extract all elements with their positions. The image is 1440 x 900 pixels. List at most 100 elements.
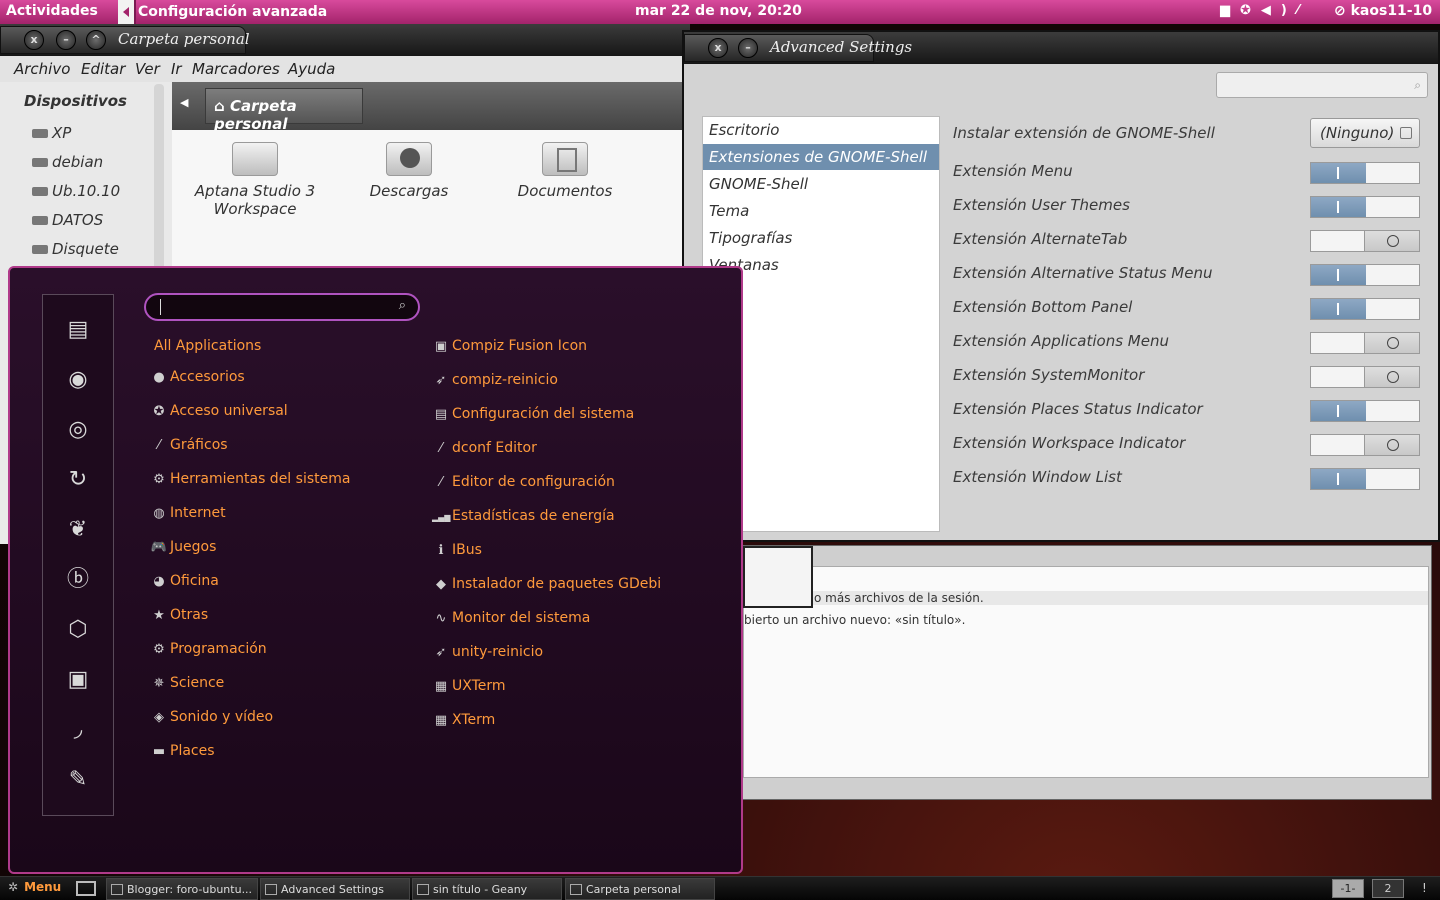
tools-icon[interactable]: ⁄ [1297,3,1309,18]
folder-icon[interactable]: ▆ [1220,3,1240,18]
sidebar-item-debian[interactable]: debian [32,153,103,171]
app-menu-button[interactable]: Configuración avanzada [118,0,327,24]
sidebar-item-datos[interactable]: DATOS [32,211,103,229]
category-programacion[interactable]: ⚙ Programación [150,641,267,657]
category-escritorio[interactable]: Escritorio [703,117,939,143]
volume-icon[interactable]: ◀) [1261,3,1297,18]
pen-icon[interactable]: ✎ [65,767,91,793]
close-icon[interactable]: x [708,38,728,58]
extension-toggle[interactable] [1310,264,1420,286]
app-ibus[interactable]: ℹ IBus [432,542,482,558]
file-item[interactable]: Aptana Studio 3 Workspace [180,130,330,218]
extension-toggle[interactable] [1310,162,1420,184]
extension-toggle[interactable] [1310,468,1420,490]
extension-toggle[interactable] [1310,332,1420,354]
blender-icon[interactable]: ⓑ [65,567,91,593]
app-compiz-reinicio[interactable]: ➶ compiz-reinicio [432,372,558,388]
category-science[interactable]: ✵ Science [150,675,225,691]
search-input[interactable]: ⌕ [1216,72,1428,98]
menu-editar[interactable]: Editar [81,60,125,78]
show-desktop-icon[interactable] [76,881,96,896]
category-graficos[interactable]: ⁄ Gráficos [150,437,228,453]
clock[interactable]: mar 22 de nov, 20:20 [635,3,802,19]
maximize-icon[interactable]: ^ [86,30,106,50]
app-dconf-editor[interactable]: ⁄ dconf Editor [432,440,537,456]
bird-icon[interactable]: ◞ [65,717,91,743]
activities-button[interactable]: Actividades [6,3,98,19]
files-icon[interactable]: ▤ [65,317,91,343]
file-item[interactable]: Descargas [334,130,484,200]
app-configuracion-sistema[interactable]: ▤ Configuración del sistema [432,406,634,422]
extension-toggle[interactable] [1310,298,1420,320]
category-all-applications[interactable]: All Applications [154,338,261,354]
search-icon: ⌕ [398,298,406,313]
taskbar-item[interactable]: sin título - Geany [412,878,562,900]
minimize-icon[interactable]: – [738,38,758,58]
extension-label: Extensión SystemMonitor [953,366,1145,384]
category-acceso-universal[interactable]: ✪ Acceso universal [150,403,288,419]
app-gdebi[interactable]: ◆ Instalador de paquetes GDebi [432,576,661,592]
sidebar-scrollbar[interactable] [154,84,164,284]
firefox-icon[interactable]: ◉ [65,367,91,393]
chrome-icon[interactable]: ◎ [65,417,91,443]
workspace-2[interactable]: 2 [1372,879,1404,898]
app-unity-reinicio[interactable]: ➶ unity-reinicio [432,644,544,660]
minimize-icon[interactable]: – [56,30,76,50]
app-editor-configuracion[interactable]: ⁄ Editor de configuración [432,474,615,490]
sidebar-item-ub1010[interactable]: Ub.10.10 [32,182,120,200]
list-item[interactable]: o más archivos de la sesión. [744,591,1428,605]
category-places[interactable]: ▬ Places [150,743,215,759]
extension-toggle[interactable] [1310,196,1420,218]
install-extension-chooser[interactable]: (Ninguno) [1310,118,1420,148]
menu-marcadores[interactable]: Marcadores [192,60,280,78]
fan-icon[interactable]: ⬡ [65,617,91,643]
menu-ayuda[interactable]: Ayuda [288,60,335,78]
category-extensiones[interactable]: Extensiones de GNOME-Shell [703,144,939,170]
menu-search-input[interactable]: ⌕ [144,293,420,321]
sidebar-item-xp[interactable]: XP [32,124,71,142]
category-internet[interactable]: ◍ Internet [150,505,225,521]
app-monitor-sistema[interactable]: ∿ Monitor del sistema [432,610,591,626]
category-tipografias[interactable]: Tipografías [703,225,939,251]
app-estadisticas-energia[interactable]: ▂▄▆ Estadísticas de energía [432,508,615,524]
category-accesorios[interactable]: ● Accesorios [150,369,244,385]
screenshot-icon[interactable]: ▣ [65,667,91,693]
accessibility-icon[interactable]: ✪ [1240,3,1261,18]
list-item[interactable]: bierto un archivo nuevo: «sin título». [744,613,965,627]
breadcrumb[interactable]: ⌂ Carpeta personal [205,88,363,133]
extension-toggle[interactable] [1310,400,1420,422]
category-otras[interactable]: ★ Otras [150,607,208,623]
user-menu[interactable]: ⊘ kaos11-10 [1334,3,1432,19]
menu-button[interactable]: ✲ Menu [8,880,61,894]
taskbar-item[interactable]: Carpeta personal [565,878,715,900]
menu-ir[interactable]: Ir [171,60,182,78]
taskbar-item[interactable]: Advanced Settings [260,878,410,900]
workspace-1[interactable]: -1- [1332,879,1364,898]
system-tray[interactable]: ▆✪◀)⁄ [1220,3,1309,18]
file-manager-titlebar[interactable]: x – ^ Carpeta personal [0,24,690,56]
refresh-icon[interactable]: ↻ [65,467,91,493]
category-juegos[interactable]: 🎮 Juegos [150,539,216,555]
file-item[interactable]: Documentos [490,130,640,200]
menu-ver[interactable]: Ver [135,60,160,78]
menu-archivo[interactable]: Archivo [14,60,70,78]
path-back-icon[interactable]: ◀ [180,96,188,109]
category-gnome-shell[interactable]: GNOME-Shell [703,171,939,197]
category-oficina[interactable]: ◕ Oficina [150,573,219,589]
app-uxterm[interactable]: ▦ UXTerm [432,678,506,694]
extension-toggle[interactable] [1310,366,1420,388]
notification-icon[interactable]: ! [1422,881,1427,895]
extension-toggle[interactable] [1310,434,1420,456]
extension-toggle[interactable] [1310,230,1420,252]
sidebar-item-disquete[interactable]: Disquete [32,240,119,258]
close-icon[interactable]: x [24,30,44,50]
category-sonido-video[interactable]: ◈ Sonido y vídeo [150,709,273,725]
category-herramientas[interactable]: ⚙ Herramientas del sistema [150,471,350,487]
pidgin-icon[interactable]: ❦ [65,517,91,543]
taskbar-item[interactable]: Blogger: foro-ubuntu... [106,878,258,900]
app-compiz-fusion-icon[interactable]: ▣ Compiz Fusion Icon [432,338,587,354]
category-tema[interactable]: Tema [703,198,939,224]
advanced-settings-titlebar[interactable]: x – Advanced Settings [684,32,1438,64]
folder-icon [232,142,278,176]
app-xterm[interactable]: ▦ XTerm [432,712,495,728]
